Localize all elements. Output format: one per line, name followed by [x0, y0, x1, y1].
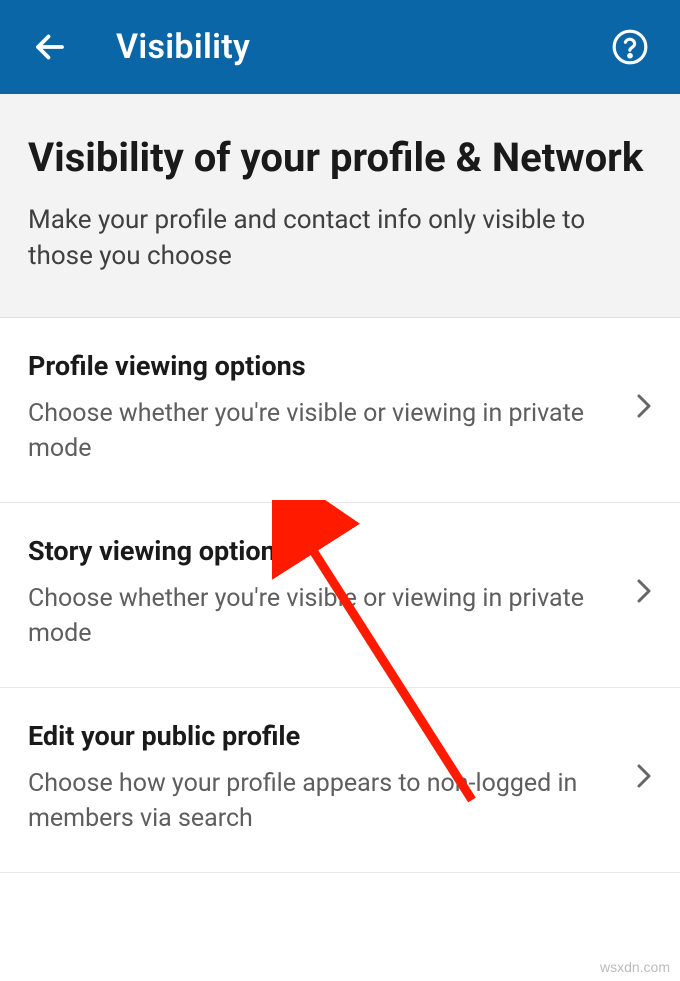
setting-description: Choose whether you're visible or viewing…	[28, 396, 620, 466]
setting-title: Edit your public profile	[28, 720, 620, 752]
section-subtitle: Make your profile and contact info only …	[28, 202, 652, 275]
setting-story-viewing[interactable]: Story viewing options Choose whether you…	[0, 503, 680, 688]
watermark: wsxdn.com	[600, 959, 670, 975]
setting-content: Edit your public profile Choose how your…	[28, 720, 636, 836]
page-title: Visibility	[116, 27, 608, 67]
app-header: Visibility	[0, 0, 680, 94]
section-header: Visibility of your profile & Network Mak…	[0, 94, 680, 318]
section-title: Visibility of your profile & Network	[28, 134, 652, 182]
back-arrow-icon	[32, 29, 68, 65]
setting-content: Profile viewing options Choose whether y…	[28, 350, 636, 466]
chevron-right-icon	[636, 577, 652, 609]
setting-description: Choose whether you're visible or viewing…	[28, 581, 620, 651]
setting-title: Profile viewing options	[28, 350, 620, 382]
setting-profile-viewing[interactable]: Profile viewing options Choose whether y…	[0, 318, 680, 503]
help-icon	[611, 28, 649, 66]
help-button[interactable]	[608, 25, 652, 69]
setting-title: Story viewing options	[28, 535, 620, 567]
settings-list: Profile viewing options Choose whether y…	[0, 318, 680, 873]
chevron-right-icon	[636, 762, 652, 794]
back-button[interactable]	[28, 25, 72, 69]
setting-public-profile[interactable]: Edit your public profile Choose how your…	[0, 688, 680, 873]
chevron-right-icon	[636, 392, 652, 424]
setting-description: Choose how your profile appears to non-l…	[28, 766, 620, 836]
setting-content: Story viewing options Choose whether you…	[28, 535, 636, 651]
